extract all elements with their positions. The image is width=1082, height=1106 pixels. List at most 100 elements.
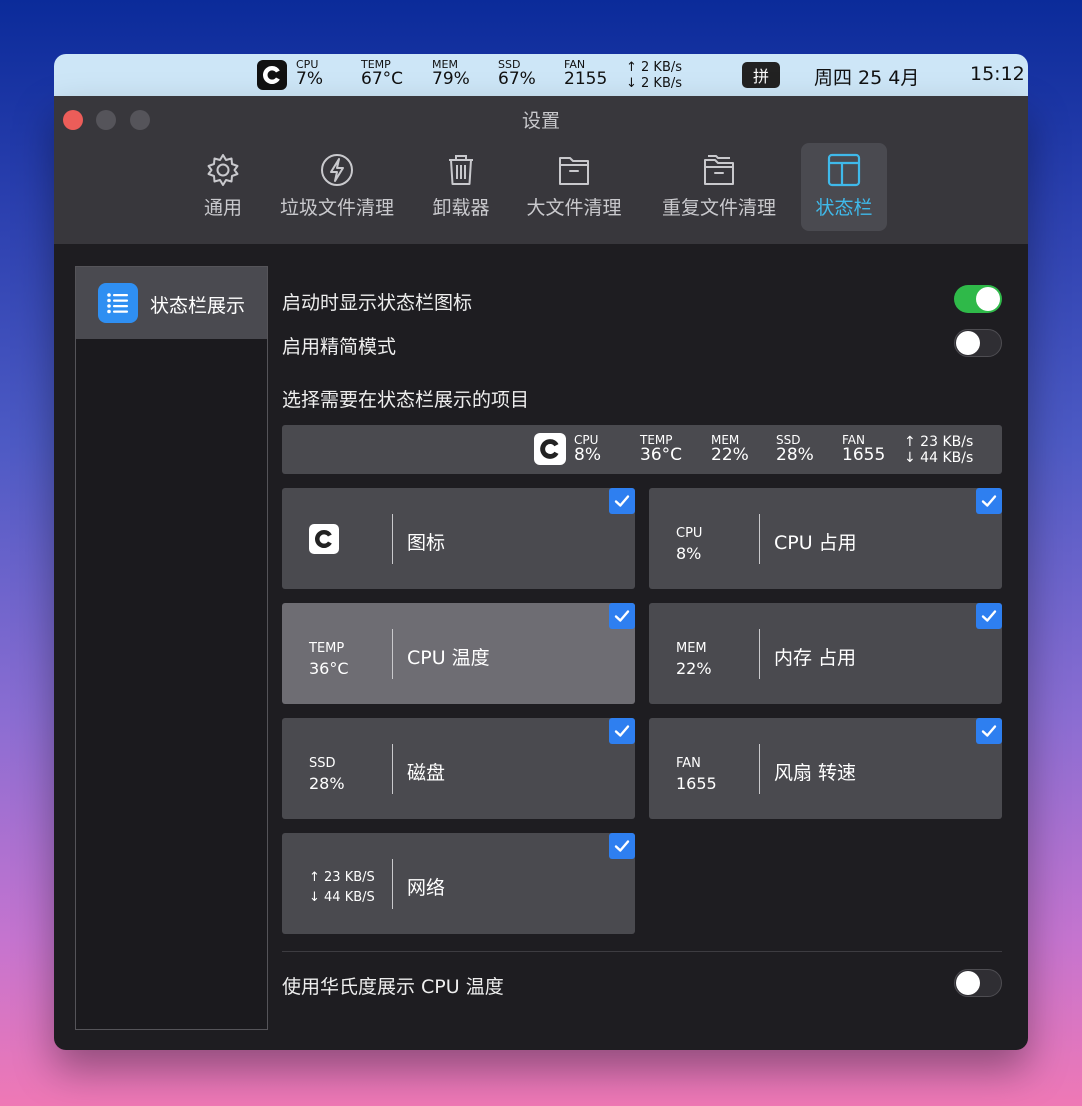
card-divider [392, 744, 393, 794]
gear-icon [207, 154, 239, 186]
card-checkbox[interactable] [609, 718, 635, 744]
card-name: CPU 温度 [407, 647, 490, 669]
list-icon [98, 283, 138, 323]
card-name: 图标 [407, 532, 446, 554]
app-status-logo-icon[interactable] [257, 60, 287, 90]
item-card-network[interactable]: ↑ 23 KB/S ↓ 44 KB/S 网络 [282, 833, 635, 934]
tab-large-files-label: 大文件清理 [526, 197, 622, 219]
item-card-temp[interactable]: TEMP 36°C CPU 温度 [282, 603, 635, 704]
card-stat-value: 8% [676, 544, 702, 563]
input-method-indicator[interactable]: 拼 [742, 62, 780, 88]
card-checkbox[interactable] [609, 833, 635, 859]
menubar-temp-stat: TEMP 67°C [361, 59, 403, 88]
tab-uninstaller[interactable]: 卸载器 [424, 143, 498, 231]
preview-cpu-value: 8% [574, 445, 601, 465]
item-card-ssd[interactable]: SSD 28% 磁盘 [282, 718, 635, 819]
card-name: CPU 占用 [774, 532, 857, 554]
item-card-cpu[interactable]: CPU 8% CPU 占用 [649, 488, 1002, 589]
card-name: 网络 [407, 877, 446, 899]
sidebar-item-status-bar-display[interactable]: 状态栏展示 [76, 267, 267, 339]
preview-cpu-stat: CPU 8% [574, 434, 601, 464]
tab-junk-cleanup[interactable]: 垃圾文件清理 [268, 143, 406, 231]
sidebar-item-label: 状态栏展示 [150, 295, 246, 317]
tab-status-bar[interactable]: 状态栏 [801, 143, 887, 231]
title-bar: 设置 通用 垃圾文件清理 卸载器 大文件清理 重复文件清理 状态栏 [54, 96, 1028, 244]
preview-net-down: ↓ 44 KB/s [904, 450, 974, 466]
preview-fan-value: 1655 [842, 445, 886, 465]
preview-net-up: ↑ 23 KB/s [904, 434, 974, 450]
menubar-temp-value: 67°C [361, 69, 404, 89]
item-card-mem[interactable]: MEM 22% 内存 占用 [649, 603, 1002, 704]
menubar-net-up: ↑ 2 KB/s [626, 60, 683, 75]
status-bar-preview: CPU 8% TEMP 36°C MEM 22% SSD 28% FAN 165… [282, 425, 1002, 474]
preview-fan-stat: FAN 1655 [842, 434, 885, 464]
card-net-stat: ↑ 23 KB/S ↓ 44 KB/S [309, 868, 375, 908]
toggle-knob [976, 287, 1000, 311]
card-name: 磁盘 [407, 762, 446, 784]
menubar-network-stat: ↑ 2 KB/s ↓ 2 KB/s [626, 60, 682, 92]
menubar-mem-stat: MEM 79% [432, 59, 470, 88]
card-stat-label: FAN [676, 756, 701, 771]
menubar-time[interactable]: 15:12 [970, 63, 1025, 85]
tab-uninstaller-label: 卸载器 [432, 197, 490, 219]
card-divider [392, 514, 393, 564]
card-name: 风扇 转速 [774, 762, 857, 784]
tab-duplicate-files[interactable]: 重复文件清理 [650, 143, 788, 231]
checkmark-icon [614, 840, 630, 852]
tab-large-files[interactable]: 大文件清理 [516, 143, 632, 231]
item-card-fan[interactable]: FAN 1655 风扇 转速 [649, 718, 1002, 819]
preview-mem-value: 22% [711, 445, 749, 465]
card-divider [392, 859, 393, 909]
card-stat-value: 28% [309, 774, 345, 793]
checkmark-icon [981, 610, 997, 622]
checkmark-icon [614, 610, 630, 622]
app-logo-icon [309, 524, 339, 554]
card-stat-value: 22% [676, 659, 712, 678]
settings-window: 设置 通用 垃圾文件清理 卸载器 大文件清理 重复文件清理 状态栏 状态栏展示 … [54, 96, 1028, 1050]
card-net-up: ↑ 23 KB/S [309, 870, 375, 885]
card-checkbox[interactable] [976, 718, 1002, 744]
preview-network-stat: ↑ 23 KB/s ↓ 44 KB/s [904, 434, 973, 466]
divider [282, 951, 1002, 952]
preview-ssd-value: 28% [776, 445, 814, 465]
item-card-icon[interactable]: 图标 [282, 488, 635, 589]
preview-temp-stat: TEMP 36°C [640, 434, 682, 464]
menubar-ssd-value: 67% [498, 69, 536, 89]
card-divider [392, 629, 393, 679]
choose-items-heading: 选择需要在状态栏展示的项目 [282, 389, 530, 411]
card-stat-label: SSD [309, 756, 336, 771]
menubar-net-down: ↓ 2 KB/s [626, 76, 683, 91]
fahrenheit-toggle[interactable] [954, 969, 1002, 997]
card-checkbox[interactable] [976, 488, 1002, 514]
menubar-date[interactable]: 周四 25 4月 [814, 63, 919, 90]
fahrenheit-label: 使用华氏度展示 CPU 温度 [282, 976, 504, 998]
checkmark-icon [981, 495, 997, 507]
card-stat-label: MEM [676, 641, 707, 656]
compact-mode-toggle[interactable] [954, 329, 1002, 357]
layout-icon [827, 153, 861, 187]
menubar-fan-stat: FAN 2155 [564, 59, 607, 88]
menubar-ssd-stat: SSD 67% [498, 59, 536, 88]
lightning-icon [321, 154, 353, 186]
tab-general-label: 通用 [203, 197, 242, 219]
show-icon-on-launch-toggle[interactable] [954, 285, 1002, 313]
toggle-knob [956, 331, 980, 355]
compact-mode-label: 启用精简模式 [282, 336, 397, 358]
sidebar: 状态栏展示 [75, 266, 268, 1030]
menubar-cpu-stat: CPU 7% [296, 59, 323, 88]
card-stat-label: CPU [676, 526, 703, 541]
card-checkbox[interactable] [609, 603, 635, 629]
card-checkbox[interactable] [976, 603, 1002, 629]
preview-ssd-stat: SSD 28% [776, 434, 814, 464]
checkmark-icon [614, 725, 630, 737]
card-checkbox[interactable] [609, 488, 635, 514]
app-logo-icon [534, 433, 566, 465]
trash-icon [449, 155, 473, 185]
tab-duplicate-files-label: 重复文件清理 [661, 197, 776, 219]
tab-general[interactable]: 通用 [190, 143, 256, 231]
preview-mem-stat: MEM 22% [711, 434, 749, 464]
card-net-down: ↓ 44 KB/S [309, 890, 375, 905]
menubar-cpu-value: 7% [296, 69, 323, 89]
card-name: 内存 占用 [774, 647, 857, 669]
card-stat-value: 36°C [309, 659, 349, 678]
